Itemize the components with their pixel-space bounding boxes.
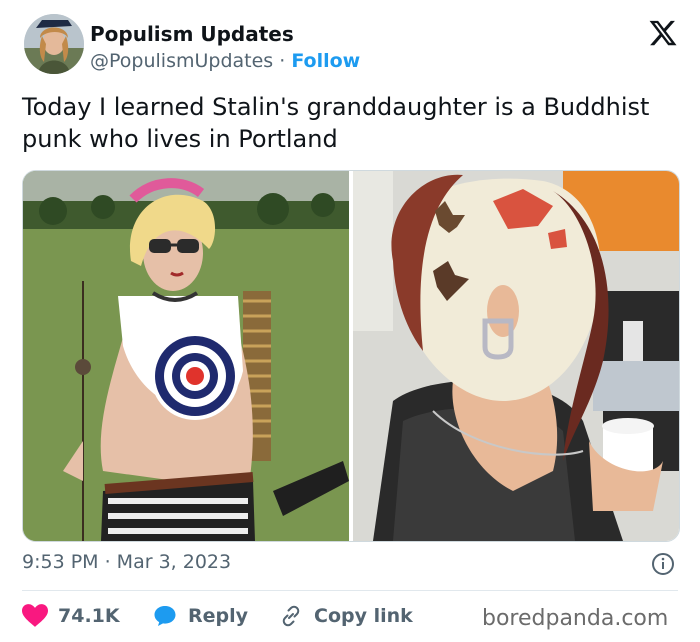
- tweet-text: Today I learned Stalin's granddaughter i…: [22, 93, 650, 153]
- handle-row: @PopulismUpdates · Follow: [90, 50, 360, 72]
- heart-icon: [22, 604, 48, 627]
- info-icon[interactable]: [651, 552, 675, 576]
- photo-punk-field[interactable]: [23, 171, 349, 541]
- photo-shaved-head[interactable]: [353, 171, 679, 541]
- account-name[interactable]: Populism Updates: [90, 22, 294, 46]
- reply-button[interactable]: Reply: [152, 600, 248, 632]
- reply-bubble-icon: [154, 606, 176, 626]
- account-handle[interactable]: @PopulismUpdates: [90, 50, 273, 72]
- like-count: 74.1K: [58, 605, 120, 627]
- separator: ·: [279, 50, 286, 72]
- follow-button[interactable]: Follow: [291, 50, 360, 72]
- reply-label: Reply: [188, 605, 249, 627]
- like-button[interactable]: 74.1K: [22, 600, 120, 632]
- tweet-header: Populism Updates @PopulismUpdates · Foll…: [24, 14, 684, 80]
- link-icon: [282, 605, 300, 627]
- copy-link-label: Copy link: [314, 605, 413, 627]
- avatar[interactable]: [24, 14, 84, 74]
- copy-link-button[interactable]: Copy link: [278, 600, 413, 632]
- x-logo-icon[interactable]: [648, 18, 678, 48]
- media-grid[interactable]: [22, 170, 680, 542]
- tweet-timestamp[interactable]: 9:53 PM · Mar 3, 2023: [22, 551, 231, 573]
- source-watermark: boredpanda.com: [482, 606, 669, 631]
- divider: [22, 590, 678, 591]
